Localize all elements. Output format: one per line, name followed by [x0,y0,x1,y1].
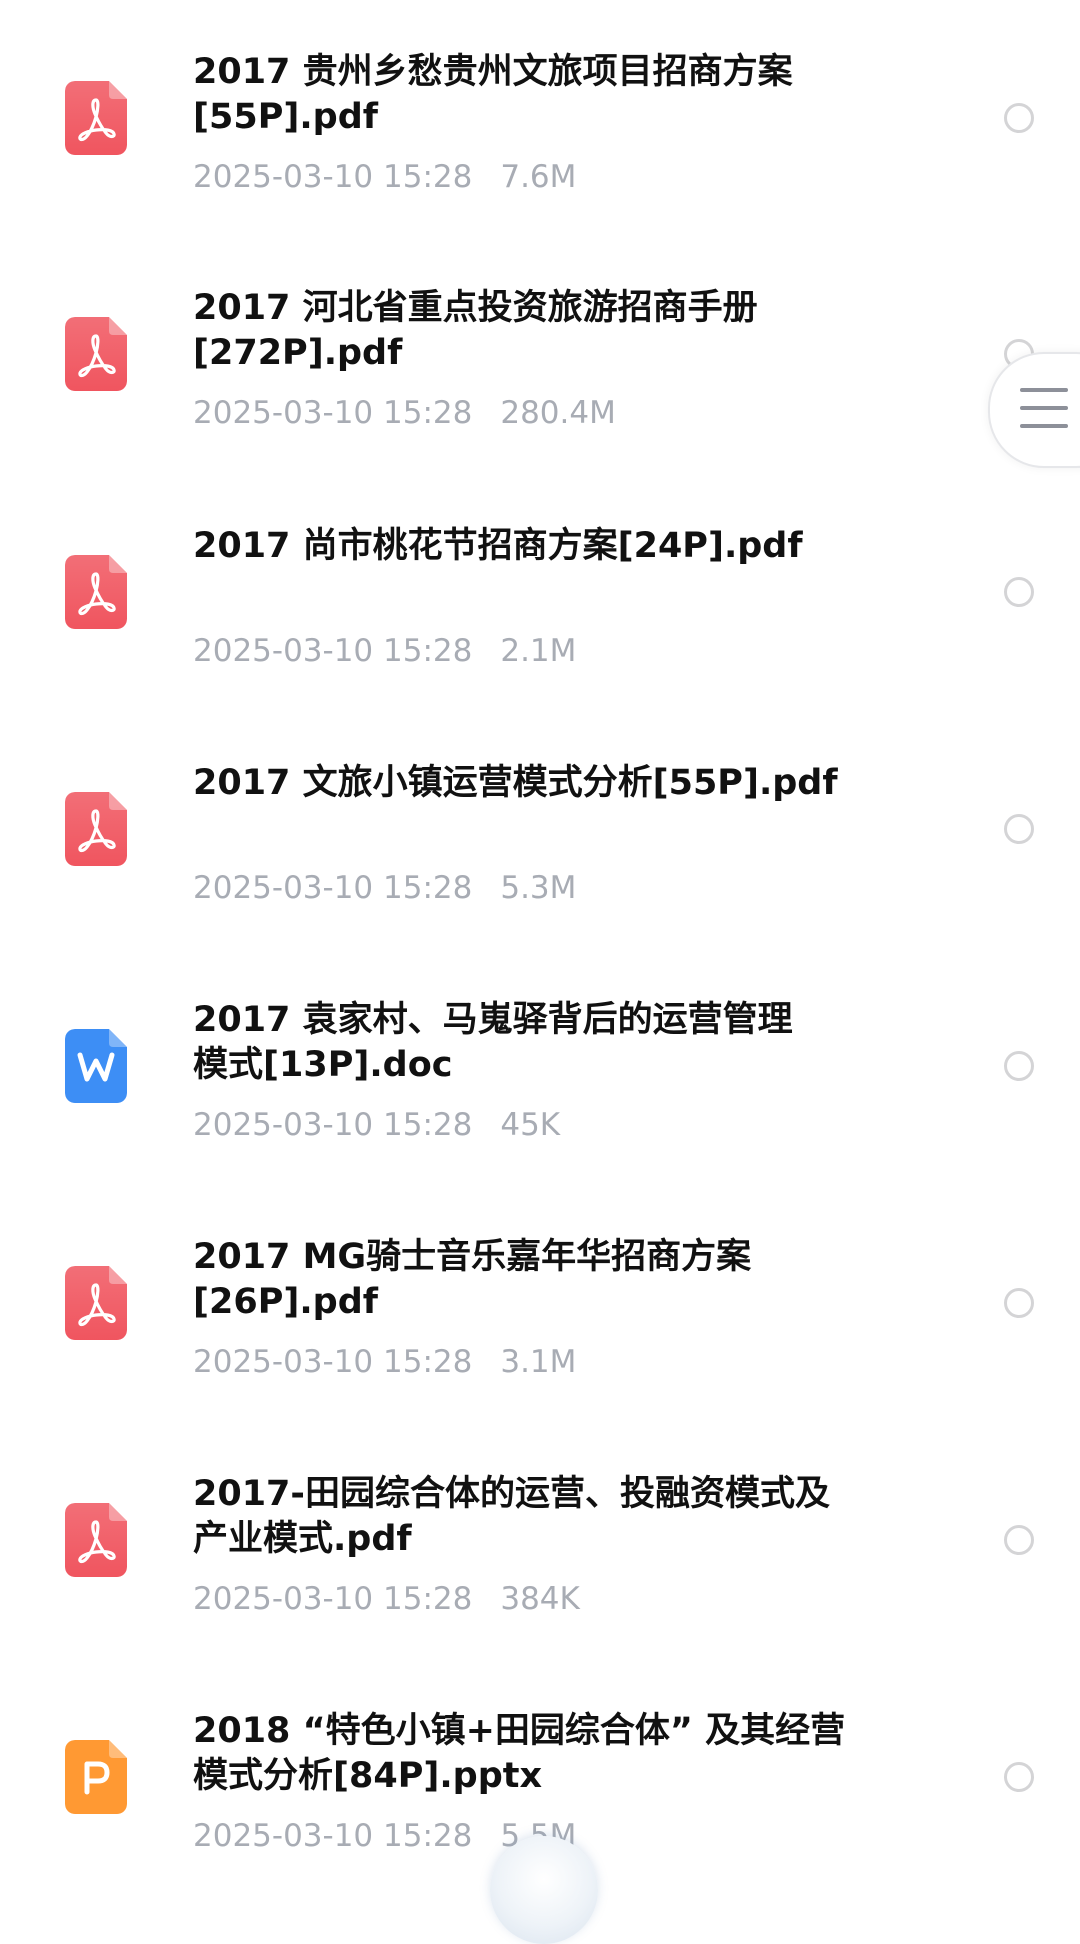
file-name: 2017 文旅小镇运营模式分析[55P].pdf [193,763,838,803]
file-size: 7.6M [500,159,577,195]
file-size: 45K [500,1107,561,1143]
file-row[interactable]: 2017 文旅小镇运营模式分析[55P].pdf 2025-03-10 15:28… [0,711,1080,948]
file-meta: 2025-03-10 15:28 3.1M [193,1344,576,1380]
file-info: 2017-田园综合体的运营、投融资模式及 产业模式.pdf 2025-03-10 … [193,1472,913,1642]
file-name: 2017 贵州乡愁贵州文旅项目招商方案 [55P].pdf [193,52,793,137]
file-date: 2025-03-10 15:28 [193,1818,473,1854]
file-name: 2017 袁家村、马嵬驿背后的运营管理 模式[13P].doc [193,1000,793,1085]
file-meta: 2025-03-10 15:28 7.6M [193,159,576,195]
powerpoint-icon [65,1740,127,1814]
pdf-icon [65,1266,127,1340]
hamburger-menu-icon-line [1020,424,1068,428]
pdf-icon [65,317,127,391]
file-row[interactable]: 2017 贵州乡愁贵州文旅项目招商方案 [55P].pdf 2025-03-10 … [0,0,1080,237]
file-date: 2025-03-10 15:28 [193,1581,473,1617]
hamburger-menu-icon [1020,388,1068,392]
file-row[interactable]: 2017 尚市桃花节招商方案[24P].pdf 2025-03-10 15:28 2… [0,474,1080,711]
file-date: 2025-03-10 15:28 [193,1344,473,1380]
file-date: 2025-03-10 15:28 [193,870,473,906]
file-name: 2017 尚市桃花节招商方案[24P].pdf [193,526,803,566]
select-radio[interactable] [1004,814,1034,844]
pdf-icon [65,555,127,629]
file-date: 2025-03-10 15:28 [193,633,473,669]
select-radio[interactable] [1004,1288,1034,1318]
select-radio[interactable] [1004,1051,1034,1081]
file-meta: 2025-03-10 15:28 2.1M [193,633,576,669]
floating-action-button[interactable] [490,1836,598,1944]
file-meta: 2025-03-10 15:28 280.4M [193,395,616,431]
file-list: 2017 贵州乡愁贵州文旅项目招商方案 [55P].pdf 2025-03-10 … [0,0,1080,1876]
file-name: 2017 河北省重点投资旅游招商手册 [272P].pdf [193,288,758,373]
file-info: 2017 MG骑士音乐嘉年华招商方案 [26P].pdf 2025-03-10 1… [193,1235,913,1405]
file-info: 2017 袁家村、马嵬驿背后的运营管理 模式[13P].doc 2025-03-1… [193,998,913,1168]
file-row[interactable]: 2017 河北省重点投资旅游招商手册 [272P].pdf 2025-03-10 … [0,236,1080,473]
word-icon [65,1029,127,1103]
file-meta: 2025-03-10 15:28 45K [193,1107,560,1143]
file-row[interactable]: 2017 MG骑士音乐嘉年华招商方案 [26P].pdf 2025-03-10 1… [0,1185,1080,1422]
file-meta: 2025-03-10 15:28 5.3M [193,870,576,906]
file-size: 5.3M [500,870,577,906]
file-date: 2025-03-10 15:28 [193,159,473,195]
file-row[interactable]: 2017 袁家村、马嵬驿背后的运营管理 模式[13P].doc 2025-03-1… [0,948,1080,1185]
file-date: 2025-03-10 15:28 [193,1107,473,1143]
select-radio[interactable] [1004,1762,1034,1792]
file-size: 3.1M [500,1344,577,1380]
file-info: 2017 河北省重点投资旅游招商手册 [272P].pdf 2025-03-10 … [193,286,913,456]
file-row[interactable]: 2017-田园综合体的运营、投融资模式及 产业模式.pdf 2025-03-10 … [0,1422,1080,1659]
hamburger-menu-icon-line [1020,406,1068,410]
file-size: 2.1M [500,633,577,669]
file-size: 384K [500,1581,580,1617]
pdf-icon [65,792,127,866]
file-name: 2017 MG骑士音乐嘉年华招商方案 [26P].pdf [193,1237,752,1322]
pdf-icon [65,81,127,155]
pdf-icon [65,1503,127,1577]
file-size: 280.4M [500,395,616,431]
select-radio[interactable] [1004,1525,1034,1555]
file-info: 2017 尚市桃花节招商方案[24P].pdf 2025-03-10 15:28 2… [193,524,913,694]
file-name: 2018 “特色小镇+田园综合体” 及其经营 模式分析[84P].pptx [193,1711,846,1796]
file-info: 2017 文旅小镇运营模式分析[55P].pdf 2025-03-10 15:28… [193,761,913,931]
select-radio[interactable] [1004,103,1034,133]
file-name: 2017-田园综合体的运营、投融资模式及 产业模式.pdf [193,1474,830,1559]
file-meta: 2025-03-10 15:28 384K [193,1581,580,1617]
file-info: 2017 贵州乡愁贵州文旅项目招商方案 [55P].pdf 2025-03-10 … [193,50,913,220]
file-date: 2025-03-10 15:28 [193,395,473,431]
select-radio[interactable] [1004,577,1034,607]
